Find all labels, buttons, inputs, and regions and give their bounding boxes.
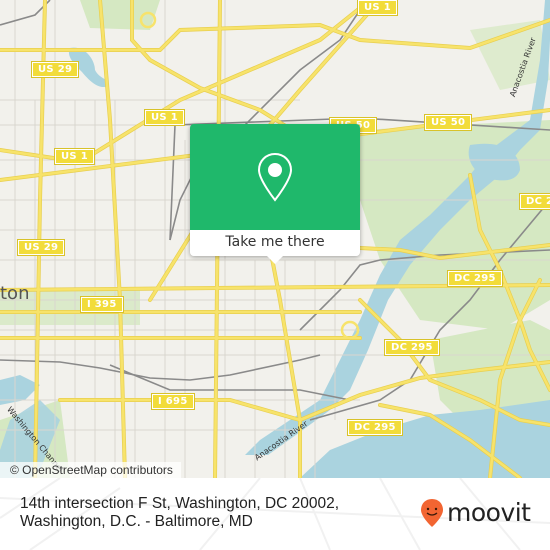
moovit-smiley-pin-icon [421,499,443,527]
route-shield-us-29: US 29 [30,61,80,78]
take-me-there-button[interactable]: Take me there [190,230,360,256]
route-shield-us-1: US 1 [357,0,398,16]
location-popup: Take me there [190,124,360,264]
map[interactable]: US 1 US 29 US 1 US 1 US 29 US 50 US 50 D… [0,0,550,478]
address-text: 14th intersection F St, Washington, DC 2… [20,495,340,530]
route-shield-us-50: US 50 [423,114,473,131]
location-pin-icon [257,152,293,202]
moovit-wordmark: moovit [447,498,531,527]
route-shield-i-695: I 695 [151,393,195,410]
route-shield-us-29: US 29 [16,239,66,256]
map-attribution[interactable]: © OpenStreetMap contributors [0,462,181,478]
footer: 14th intersection F St, Washington, DC 2… [0,478,550,550]
route-shield-dc-295: DC 295 [447,270,503,287]
route-shield-us-1: US 1 [144,109,185,126]
popup-header [190,124,360,230]
city-label-washington: ton [0,283,30,304]
route-shield-us-1: US 1 [54,148,95,165]
popup-pointer [267,256,283,264]
route-shield-dc-295: DC 295 [519,193,550,210]
moovit-logo[interactable]: moovit [420,498,531,528]
route-shield-i-395: I 395 [80,296,124,313]
route-shield-dc-295: DC 295 [384,339,440,356]
route-shield-dc-295: DC 295 [347,419,403,436]
